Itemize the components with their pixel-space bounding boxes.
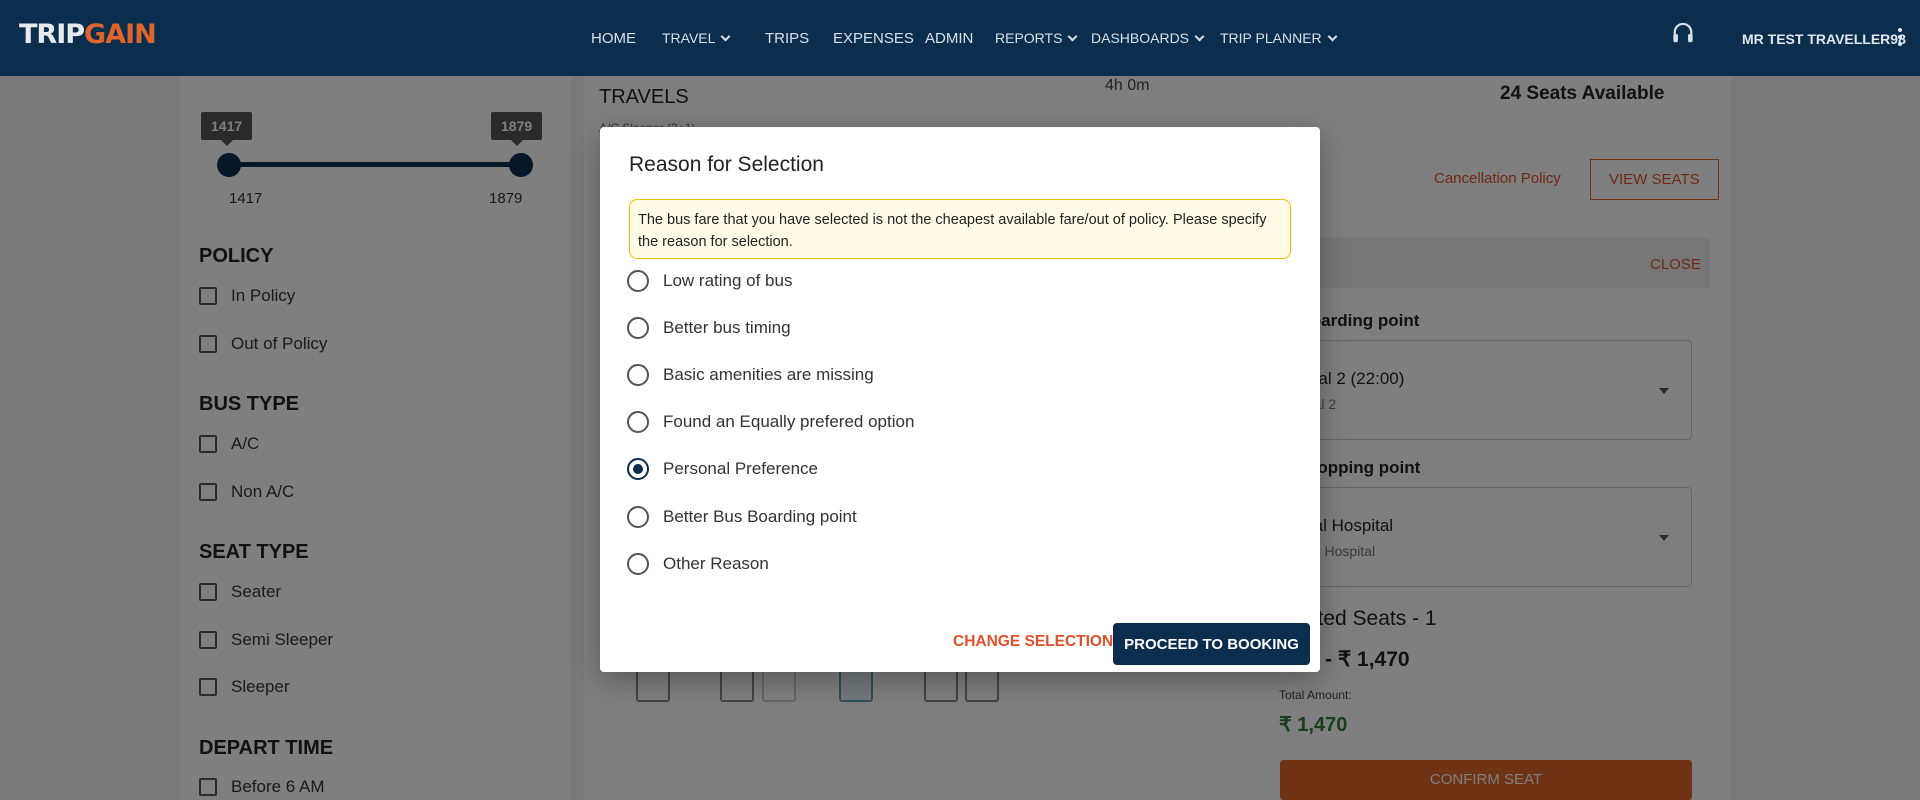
radio-button[interactable] xyxy=(627,317,649,339)
reason-option-low-rating[interactable]: Low rating of bus xyxy=(627,270,792,292)
nav-reports[interactable]: REPORTS xyxy=(995,30,1078,46)
reason-option-label: Basic amenities are missing xyxy=(663,365,874,384)
radio-button[interactable] xyxy=(627,364,649,386)
radio-button[interactable] xyxy=(627,506,649,528)
reason-option-equal-option[interactable]: Found an Equally prefered option xyxy=(627,411,914,433)
nav-expenses[interactable]: EXPENSES xyxy=(833,30,914,47)
radio-button[interactable] xyxy=(627,553,649,575)
logo-text-trip: TRIP xyxy=(19,19,85,50)
kebab-menu-icon[interactable] xyxy=(1898,28,1902,49)
reason-option-label: Better bus timing xyxy=(663,318,791,337)
logo-text-gain: GAIN xyxy=(84,19,157,50)
reason-option-bus-timing[interactable]: Better bus timing xyxy=(627,317,791,339)
user-name[interactable]: MR TEST TRAVELLER98 xyxy=(1742,31,1906,47)
reason-option-amenities[interactable]: Basic amenities are missing xyxy=(627,364,874,386)
reason-option-boarding-point[interactable]: Better Bus Boarding point xyxy=(627,506,857,528)
reason-option-label: Better Bus Boarding point xyxy=(663,507,857,526)
nav-dashboards[interactable]: DASHBOARDS xyxy=(1091,30,1205,46)
nav-admin[interactable]: ADMIN xyxy=(925,30,973,47)
radio-button[interactable] xyxy=(627,411,649,433)
reason-option-personal-preference[interactable]: Personal Preference xyxy=(627,458,818,480)
proceed-to-booking-button[interactable]: PROCEED TO BOOKING xyxy=(1113,623,1310,665)
reason-option-label: Found an Equally prefered option xyxy=(663,412,915,431)
change-selection-button[interactable]: CHANGE SELECTION xyxy=(953,633,1113,651)
radio-button[interactable] xyxy=(627,270,649,292)
chevron-down-icon xyxy=(720,31,731,42)
reason-option-label: Personal Preference xyxy=(663,459,818,478)
nav-travel[interactable]: TRAVEL xyxy=(662,30,731,46)
nav-home[interactable]: HOME xyxy=(591,30,636,47)
policy-notice: The bus fare that you have selected is n… xyxy=(629,199,1291,259)
reason-option-label: Low rating of bus xyxy=(663,271,793,290)
headset-icon[interactable] xyxy=(1672,22,1694,46)
nav-dashboards-label: DASHBOARDS xyxy=(1091,30,1190,46)
chevron-down-icon xyxy=(1327,31,1338,42)
reason-option-other[interactable]: Other Reason xyxy=(627,553,769,575)
chevron-down-icon xyxy=(1067,31,1078,42)
reason-for-selection-dialog: Reason for Selection The bus fare that y… xyxy=(600,127,1320,672)
nav-trip-planner-label: TRIP PLANNER xyxy=(1220,30,1322,46)
nav-reports-label: REPORTS xyxy=(995,30,1063,46)
dialog-title: Reason for Selection xyxy=(629,153,824,176)
top-navbar: TRIPGAIN HOME TRAVEL TRIPS EXPENSES ADMI… xyxy=(0,0,1920,76)
nav-trips[interactable]: TRIPS xyxy=(765,30,809,47)
radio-button-checked[interactable] xyxy=(627,458,649,480)
reason-option-label: Other Reason xyxy=(663,554,769,573)
chevron-down-icon xyxy=(1194,31,1205,42)
nav-trip-planner[interactable]: TRIP PLANNER xyxy=(1220,30,1338,46)
tripgain-logo[interactable]: TRIPGAIN xyxy=(19,19,157,50)
nav-travel-label: TRAVEL xyxy=(662,30,716,46)
